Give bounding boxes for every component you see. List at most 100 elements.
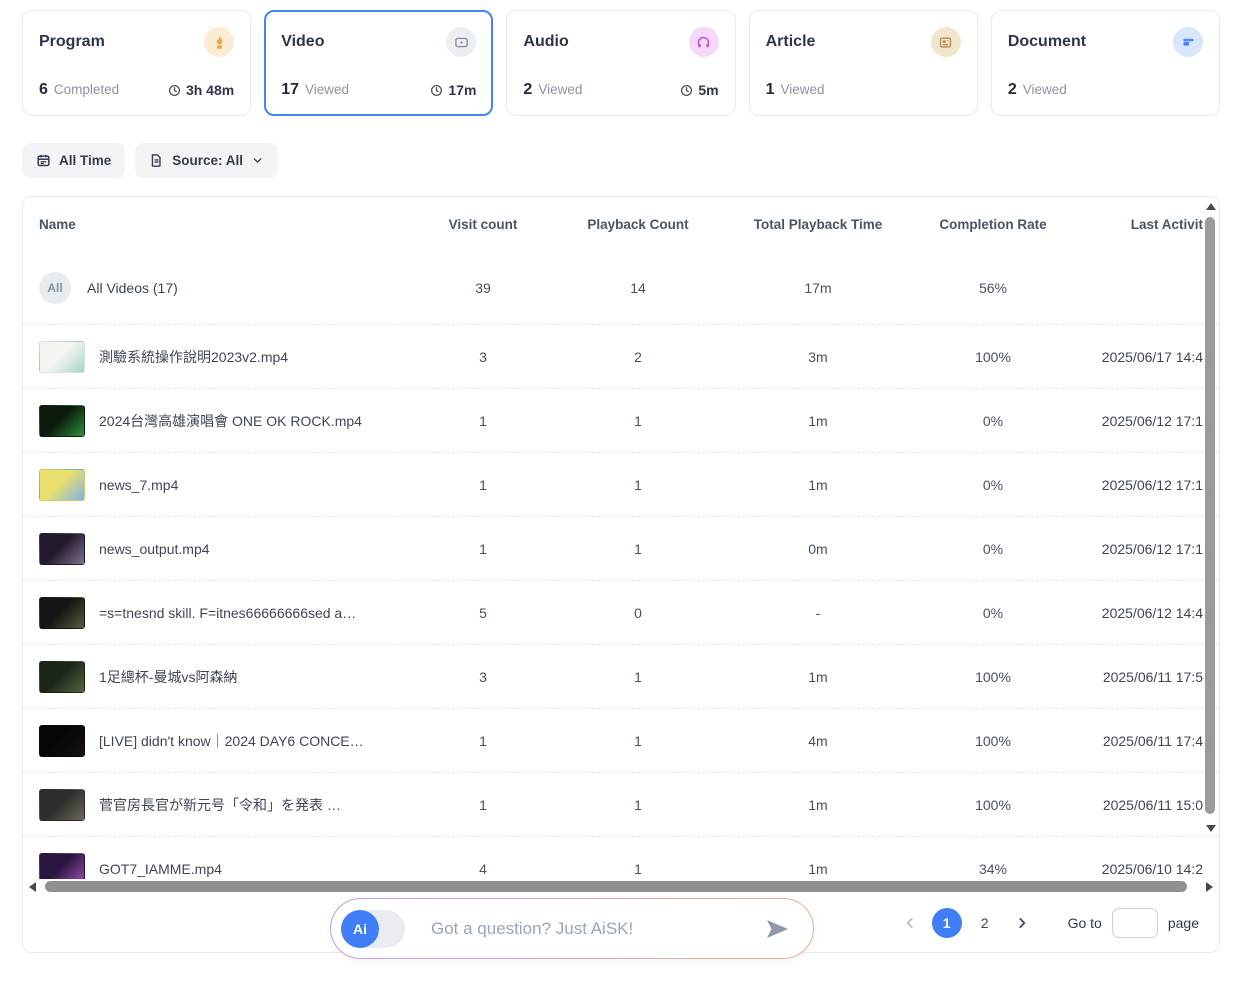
page-button-2[interactable]: 2: [970, 908, 1000, 938]
card-video[interactable]: Video 17 Viewed 17m: [264, 10, 493, 116]
filter-bar: All Time Source: All: [22, 143, 1220, 178]
playback-count: 1: [553, 541, 723, 557]
card-title: Program: [39, 33, 105, 51]
video-thumbnail: [39, 789, 85, 821]
completion-rate: 100%: [913, 733, 1073, 749]
total-time: 17m: [448, 82, 476, 98]
completion-rate: 0%: [913, 541, 1073, 557]
column-header-total-playback-time: Total Playback Time: [723, 217, 913, 232]
horizontal-scrollbar-thumb[interactable]: [45, 881, 1187, 892]
page-button-1[interactable]: 1: [932, 908, 962, 938]
table-row[interactable]: 測驗系統操作說明2023v2.mp4 3 2 3m 100% 2025/06/1…: [23, 325, 1219, 389]
table-row[interactable]: 1足總杯-曼城vs阿森納 3 1 1m 100% 2025/06/11 17:5: [23, 645, 1219, 709]
table-row[interactable]: 菅官房長官が新元号「令和」を発表 … 1 1 1m 100% 2025/06/1…: [23, 773, 1219, 837]
visit-count: 5: [413, 605, 553, 621]
last-activity: 2025/06/12 17:1: [1073, 413, 1217, 429]
chevron-down-icon: [251, 154, 264, 167]
playback-count: 2: [553, 349, 723, 365]
card-article[interactable]: Article 1 Viewed: [749, 10, 978, 116]
table-row[interactable]: GOT7_IAMME.mp4 4 1 1m 34% 2025/06/10 14:…: [23, 837, 1219, 879]
table-row[interactable]: news_7.mp4 1 1 1m 0% 2025/06/12 17:1: [23, 453, 1219, 517]
ai-question-input[interactable]: Got a question? Just AiSK!: [431, 919, 753, 939]
ai-toggle[interactable]: Ai: [341, 910, 405, 948]
page-label: page: [1168, 915, 1199, 931]
visit-count: 1: [413, 413, 553, 429]
playback-count: 0: [553, 605, 723, 621]
source-filter-button[interactable]: Source: All: [135, 143, 278, 178]
total-playback-time: 1m: [723, 413, 913, 429]
last-activity: 2025/06/17 14:4: [1073, 349, 1217, 365]
vertical-scrollbar: [1203, 201, 1217, 834]
source-filter-label: Source: All: [172, 153, 243, 168]
table-row-all-videos[interactable]: All All Videos (17) 39 14 17m 56%: [23, 251, 1219, 325]
goto-page-input[interactable]: [1112, 908, 1158, 938]
file-icon: [149, 153, 164, 168]
total-playback-time: 17m: [723, 280, 913, 296]
video-name: 測驗系統操作說明2023v2.mp4: [99, 347, 288, 367]
last-activity: 2025/06/11 17:4: [1073, 733, 1217, 749]
table-row[interactable]: news_output.mp4 1 1 0m 0% 2025/06/12 17:…: [23, 517, 1219, 581]
visit-count: 39: [413, 280, 553, 296]
send-button[interactable]: [765, 917, 789, 941]
video-thumbnail: [39, 469, 85, 501]
completed-label: Completed: [54, 82, 119, 97]
scroll-left-icon[interactable]: [29, 882, 36, 892]
last-activity: 2025/06/11 15:0: [1073, 797, 1217, 813]
previous-page-button[interactable]: [896, 909, 924, 937]
video-name: news_output.mp4: [99, 541, 210, 557]
visit-count: 1: [413, 733, 553, 749]
next-page-button[interactable]: [1008, 909, 1036, 937]
card-program[interactable]: Program 6 Completed 3h 48m: [22, 10, 251, 116]
table-row[interactable]: 2024台灣高雄演唱會 ONE OK ROCK.mp4 1 1 1m 0% 20…: [23, 389, 1219, 453]
visit-count: 3: [413, 349, 553, 365]
table-row[interactable]: [LIVE] didn't know｜2024 DAY6 CONCE… 1 1 …: [23, 709, 1219, 773]
table-header: Name Visit count Playback Count Total Pl…: [23, 197, 1219, 251]
video-name: =s=tnesnd skill. F=itnes66666666sed a…: [99, 605, 356, 621]
table-body: All All Videos (17) 39 14 17m 56% 測驗系統操作…: [23, 251, 1219, 879]
video-thumbnail: [39, 725, 85, 757]
viewed-label: Viewed: [1023, 82, 1067, 97]
visit-count: 1: [413, 477, 553, 493]
viewed-count: 2: [1008, 81, 1017, 99]
video-thumbnail: [39, 853, 85, 880]
total-playback-time: 3m: [723, 349, 913, 365]
playback-count: 1: [553, 861, 723, 877]
viewed-label: Viewed: [781, 82, 825, 97]
scroll-up-icon[interactable]: [1206, 203, 1216, 210]
video-name: 1足總杯-曼城vs阿森納: [99, 667, 237, 687]
all-videos-badge: All: [39, 272, 71, 304]
total-playback-time: 1m: [723, 669, 913, 685]
column-header-name: Name: [23, 217, 413, 232]
total-playback-time: 0m: [723, 541, 913, 557]
vertical-scrollbar-thumb[interactable]: [1205, 217, 1215, 814]
viewed-count: 2: [523, 81, 532, 99]
completion-rate: 100%: [913, 349, 1073, 365]
video-name: 菅官房長官が新元号「令和」を発表 …: [99, 795, 341, 815]
completion-rate: 0%: [913, 477, 1073, 493]
summary-cards: Program 6 Completed 3h 48m Video: [22, 10, 1220, 116]
visit-count: 1: [413, 797, 553, 813]
column-header-completion-rate: Completion Rate: [913, 217, 1073, 232]
completion-rate: 34%: [913, 861, 1073, 877]
card-document[interactable]: Document 2 Viewed: [991, 10, 1220, 116]
viewed-label: Viewed: [305, 82, 349, 97]
card-audio[interactable]: Audio 2 Viewed 5m: [506, 10, 735, 116]
video-thumbnail: [39, 533, 85, 565]
playback-count: 1: [553, 669, 723, 685]
chevron-left-icon: [903, 916, 917, 930]
time-filter-button[interactable]: All Time: [22, 143, 125, 178]
videos-table: Name Visit count Playback Count Total Pl…: [22, 196, 1220, 953]
viewed-label: Viewed: [538, 82, 582, 97]
table-row[interactable]: =s=tnesnd skill. F=itnes66666666sed a… 5…: [23, 581, 1219, 645]
visit-count: 1: [413, 541, 553, 557]
last-activity: 2025/06/12 17:1: [1073, 541, 1217, 557]
goto-label: Go to: [1068, 915, 1102, 931]
scroll-right-icon[interactable]: [1206, 882, 1213, 892]
headphones-icon: [689, 27, 719, 57]
viewed-count: 1: [766, 81, 775, 99]
completion-rate: 0%: [913, 605, 1073, 621]
total-playback-time: -: [723, 605, 913, 621]
video-icon: [446, 27, 476, 57]
playback-count: 14: [553, 280, 723, 296]
scroll-down-icon[interactable]: [1206, 825, 1216, 832]
